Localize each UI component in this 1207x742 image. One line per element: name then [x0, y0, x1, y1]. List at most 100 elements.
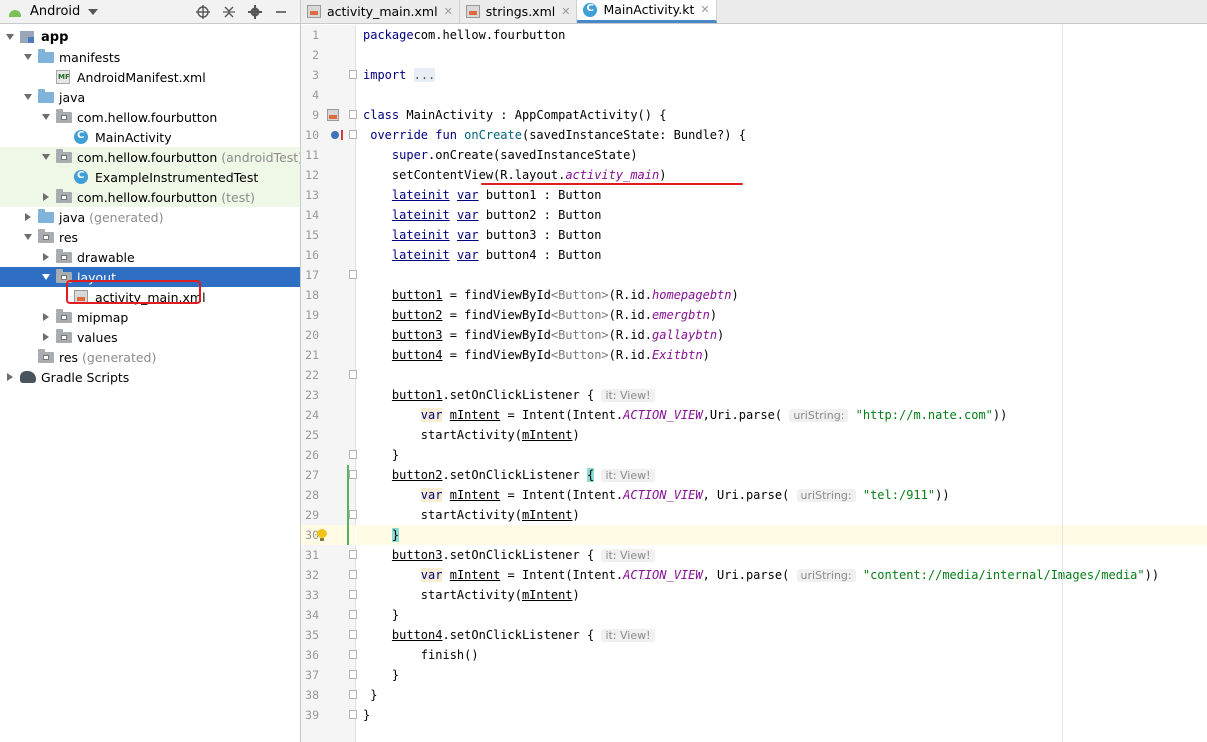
editor-tab[interactable]: activity_main.xml ✕ — [301, 0, 460, 23]
fold-marker-icon[interactable] — [349, 630, 357, 639]
expand-arrow-right-icon[interactable] — [40, 331, 52, 343]
collapse-icon[interactable] — [222, 5, 236, 19]
tree-item[interactable]: res (generated) — [0, 347, 300, 367]
tree-item[interactable]: activity_main.xml — [0, 287, 300, 307]
fold-marker-icon[interactable] — [349, 610, 357, 619]
code-line[interactable]: } — [357, 605, 1207, 625]
line-number[interactable]: 13 — [289, 185, 319, 205]
tree-item[interactable]: MainActivity — [0, 127, 300, 147]
line-number[interactable]: 1 — [289, 25, 319, 45]
expand-arrow-down-icon[interactable] — [22, 231, 34, 243]
code-line[interactable]: finish() — [357, 645, 1207, 665]
expand-arrow-down-icon[interactable] — [40, 111, 52, 123]
fold-marker-icon[interactable] — [349, 570, 357, 579]
expand-arrow-right-icon[interactable] — [40, 311, 52, 323]
code-line[interactable]: lateinit var button1 : Button — [357, 185, 1207, 205]
line-number[interactable]: 35 — [289, 625, 319, 645]
code-line[interactable]: button3 = findViewById<Button>(R.id.gall… — [357, 325, 1207, 345]
code-line[interactable]: button4 = findViewById<Button>(R.id.Exit… — [357, 345, 1207, 365]
line-number[interactable]: 27 — [289, 465, 319, 485]
fold-marker-icon[interactable] — [349, 550, 357, 559]
override-arrow-icon[interactable] — [341, 130, 343, 140]
chevron-down-icon[interactable] — [88, 8, 99, 15]
editor-tab[interactable]: strings.xml ✕ — [460, 0, 578, 23]
code-line[interactable] — [357, 45, 1207, 65]
code-line[interactable]: packagecom.hellow.fourbutton — [357, 25, 1207, 45]
code-line[interactable] — [357, 85, 1207, 105]
tree-item[interactable]: Gradle Scripts — [0, 367, 300, 387]
code-line[interactable]: } — [357, 445, 1207, 465]
fold-marker-icon[interactable] — [349, 130, 357, 139]
line-number[interactable]: 23 — [289, 385, 319, 405]
code-line[interactable]: setContentView(R.layout.activity_main) — [357, 165, 1207, 185]
line-number[interactable]: 36 — [289, 645, 319, 665]
target-icon[interactable] — [196, 4, 210, 19]
fold-marker-icon[interactable] — [349, 690, 357, 699]
line-number[interactable]: 26 — [289, 445, 319, 465]
tree-item[interactable]: ExampleInstrumentedTest — [0, 167, 300, 187]
code-line[interactable]: super.onCreate(savedInstanceState) — [357, 145, 1207, 165]
code-line[interactable]: button2.setOnClickListener { it: View! — [357, 465, 1207, 485]
code-line[interactable]: startActivity(mIntent) — [357, 505, 1207, 525]
line-number[interactable]: 37 — [289, 665, 319, 685]
tree-item[interactable]: layout — [0, 267, 300, 287]
line-number[interactable]: 15 — [289, 225, 319, 245]
expand-arrow-down-icon[interactable] — [4, 31, 16, 43]
tree-item[interactable]: drawable — [0, 247, 300, 267]
expand-arrow-right-icon[interactable] — [40, 251, 52, 263]
code-line[interactable]: button4.setOnClickListener { it: View! — [357, 625, 1207, 645]
fold-marker-icon[interactable] — [349, 670, 357, 679]
code-line[interactable]: class MainActivity : AppCompatActivity()… — [357, 105, 1207, 125]
line-number[interactable]: 34 — [289, 605, 319, 625]
code-line[interactable] — [357, 365, 1207, 385]
fold-marker-icon[interactable] — [349, 470, 357, 479]
code-line[interactable]: } — [357, 665, 1207, 685]
fold-marker-icon[interactable] — [349, 70, 357, 79]
tree-item[interactable]: com.hellow.fourbutton (test) — [0, 187, 300, 207]
code-line[interactable]: lateinit var button3 : Button — [357, 225, 1207, 245]
vcs-change-bar[interactable] — [347, 465, 349, 545]
code-line[interactable]: var mIntent = Intent(Intent.ACTION_VIEW,… — [357, 565, 1207, 585]
code-line[interactable]: } — [357, 685, 1207, 705]
fold-marker-icon[interactable] — [349, 110, 357, 119]
editor-tab[interactable]: MainActivity.kt ✕ — [577, 0, 717, 23]
tree-item[interactable]: manifests — [0, 47, 300, 67]
tree-item[interactable]: res — [0, 227, 300, 247]
line-number[interactable]: 20 — [289, 325, 319, 345]
code-line[interactable]: var mIntent = Intent(Intent.ACTION_VIEW,… — [357, 405, 1207, 425]
expand-arrow-down-icon[interactable] — [40, 271, 52, 283]
line-number[interactable]: 33 — [289, 585, 319, 605]
line-number[interactable]: 10 — [289, 125, 319, 145]
fold-marker-icon[interactable] — [349, 270, 357, 279]
project-view-selector[interactable]: Android — [30, 4, 80, 19]
fold-marker-icon[interactable] — [349, 510, 357, 519]
expand-arrow-right-icon[interactable] — [4, 371, 16, 383]
line-number[interactable]: 16 — [289, 245, 319, 265]
code-line[interactable]: startActivity(mIntent) — [357, 585, 1207, 605]
close-icon[interactable]: ✕ — [700, 3, 709, 16]
class-gutter-icon[interactable] — [327, 109, 339, 121]
code-line[interactable]: button1.setOnClickListener { it: View! — [357, 385, 1207, 405]
tree-item[interactable]: com.hellow.fourbutton — [0, 107, 300, 127]
code-line[interactable]: } — [357, 525, 1207, 545]
override-method-icon[interactable] — [331, 131, 339, 139]
line-number[interactable]: 28 — [289, 485, 319, 505]
code-line[interactable]: button2 = findViewById<Button>(R.id.emer… — [357, 305, 1207, 325]
line-number[interactable]: 4 — [289, 85, 319, 105]
line-number[interactable]: 19 — [289, 305, 319, 325]
code-line[interactable] — [357, 265, 1207, 285]
expand-arrow-right-icon[interactable] — [40, 191, 52, 203]
line-number[interactable]: 17 — [289, 265, 319, 285]
lightbulb-icon[interactable] — [317, 529, 327, 541]
line-number[interactable]: 11 — [289, 145, 319, 165]
line-number[interactable]: 21 — [289, 345, 319, 365]
fold-marker-icon[interactable] — [349, 710, 357, 719]
tree-item[interactable]: mipmap — [0, 307, 300, 327]
fold-marker-icon[interactable] — [349, 450, 357, 459]
code-line[interactable]: button1 = findViewById<Button>(R.id.home… — [357, 285, 1207, 305]
line-number[interactable]: 2 — [289, 45, 319, 65]
line-number[interactable]: 3 — [289, 65, 319, 85]
code-line[interactable]: } — [357, 705, 1207, 725]
line-number[interactable]: 22 — [289, 365, 319, 385]
close-icon[interactable]: ✕ — [444, 5, 453, 18]
